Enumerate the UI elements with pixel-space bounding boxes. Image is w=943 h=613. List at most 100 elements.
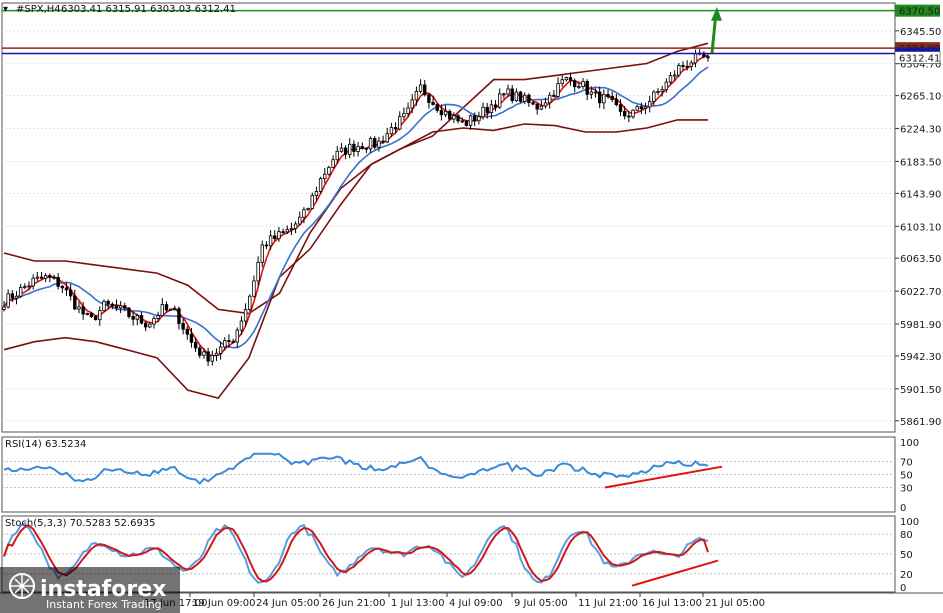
candle-body <box>193 341 198 349</box>
candle-body <box>543 102 548 107</box>
candle-body <box>185 328 189 335</box>
candle-body <box>168 308 173 311</box>
price-tick-label: 6345.50 <box>900 27 941 38</box>
candle-body <box>656 91 660 93</box>
candle-body <box>93 316 98 321</box>
candle-body <box>548 94 552 104</box>
candle-body <box>268 235 273 247</box>
candle-body <box>339 147 344 152</box>
candle-body <box>631 109 635 118</box>
candle-body <box>252 280 256 297</box>
candle-body <box>377 140 381 148</box>
candle-body <box>510 88 514 101</box>
candle-body <box>460 120 464 123</box>
price-chart[interactable]: 6370.506324.006317.45 6345.506304.706265… <box>0 0 943 613</box>
candle-body <box>531 102 535 105</box>
candle-body <box>343 147 348 155</box>
candle-body <box>498 93 502 108</box>
candle-body <box>218 346 223 354</box>
candle-body <box>248 295 252 310</box>
candle-body <box>273 235 277 239</box>
candle-body <box>356 146 360 152</box>
candle-body <box>639 106 644 110</box>
candle-body <box>102 300 106 311</box>
price-tick-label: 6183.50 <box>900 157 941 168</box>
candle-body <box>327 167 331 175</box>
price-tick-label: 6265.10 <box>900 92 941 103</box>
candle-body <box>585 81 589 95</box>
candle-body <box>85 313 90 315</box>
candle-body <box>189 333 194 343</box>
candle-body <box>398 116 402 130</box>
rsi-axis-label: 100 <box>900 438 919 449</box>
candle-body <box>535 103 539 110</box>
candle-body <box>48 275 52 278</box>
candle-body <box>314 191 319 197</box>
candle-body <box>139 315 144 324</box>
candle-body <box>73 295 77 310</box>
instaforex-watermark: instaforexInstant Forex Trading <box>0 567 180 613</box>
candle-body <box>606 94 610 97</box>
candle-body <box>260 244 264 263</box>
candle-body <box>239 320 244 331</box>
candle-body <box>348 143 352 155</box>
candle-body <box>414 91 419 101</box>
header-dropdown-icon[interactable]: ▾ <box>3 4 8 15</box>
candle-body <box>177 308 181 324</box>
candle-body <box>402 113 406 118</box>
stoch-label: Stoch(5,3,3) 70.5283 52.6935 <box>5 518 156 529</box>
candle-body <box>35 276 40 279</box>
candle-body <box>60 285 65 289</box>
candle-body <box>560 79 564 85</box>
time-tick-label: 1 Jul 13:00 <box>391 598 445 609</box>
stoch-axis-label: 0 <box>900 583 906 594</box>
candle-body <box>427 94 431 103</box>
candle-body <box>143 322 148 328</box>
candle-body <box>443 110 448 116</box>
candle-body <box>318 178 323 192</box>
candle-body <box>593 91 598 94</box>
candle-body <box>6 293 10 308</box>
candle-body <box>706 56 710 59</box>
price-tick-label: 6143.90 <box>900 189 941 200</box>
candle-body <box>477 116 481 122</box>
candle-body <box>148 323 152 328</box>
candle-body <box>602 94 606 104</box>
candle-body <box>256 261 260 282</box>
current-price-label: 6312.41 <box>899 54 940 65</box>
candle-body <box>685 65 689 68</box>
candle-body <box>231 341 235 344</box>
candle-body <box>285 229 289 233</box>
candle-body <box>452 115 456 120</box>
candle-body <box>468 115 473 126</box>
candle-body <box>693 53 698 64</box>
candle-body <box>435 104 439 111</box>
level-6370-label: 6370.50 <box>899 7 940 18</box>
stoch-axis-label: 50 <box>900 550 913 561</box>
candle-body <box>293 223 298 229</box>
candle-body <box>160 304 164 317</box>
candle-body <box>181 323 185 330</box>
candle-body <box>323 173 327 179</box>
candle-body <box>589 91 594 95</box>
candle-body <box>31 277 35 287</box>
candle-body <box>614 99 619 106</box>
candle-body <box>123 305 127 309</box>
time-tick-label: 16 Jul 13:00 <box>642 598 702 609</box>
candle-body <box>622 111 627 117</box>
candle-body <box>406 107 410 114</box>
candle-body <box>202 351 206 356</box>
candle-body <box>493 104 498 108</box>
candle-body <box>110 303 115 307</box>
price-tick-label: 5981.90 <box>900 320 941 331</box>
candle-body <box>481 106 485 118</box>
candle-body <box>214 352 219 356</box>
candle-body <box>439 110 444 116</box>
candle-body <box>310 195 314 209</box>
price-tick-label: 5901.50 <box>900 385 941 396</box>
candle-body <box>77 306 81 310</box>
stoch-axis-label: 100 <box>900 517 919 528</box>
candle-body <box>668 75 673 83</box>
candle-body <box>677 65 681 76</box>
candle-body <box>597 91 602 104</box>
